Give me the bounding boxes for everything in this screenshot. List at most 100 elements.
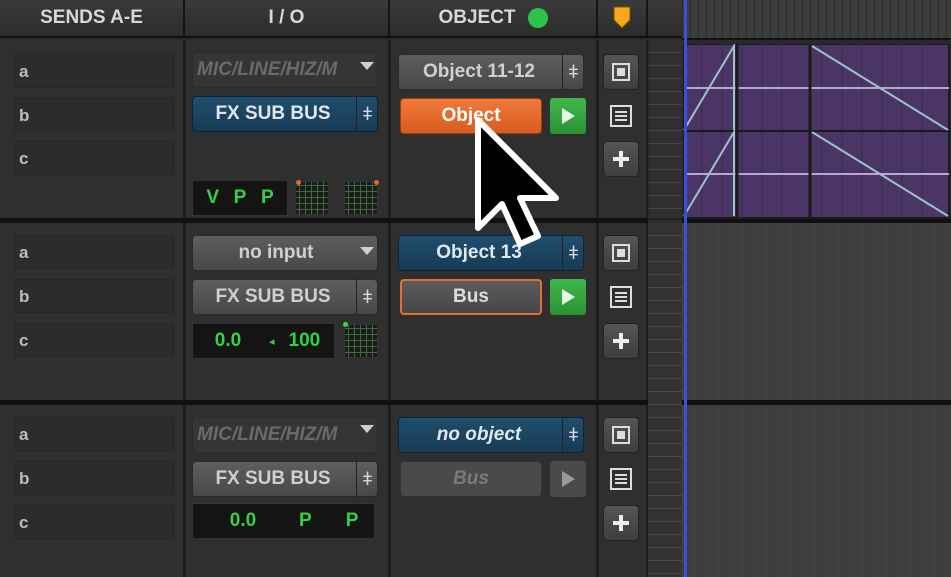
square-icon [612,63,630,81]
send-label: c [19,513,29,532]
input-selector[interactable]: MIC/LINE/HIZ/M [192,52,378,88]
track-row-2: a b c no input FX SUB BUS ǂ 0.0 ◂ 100 Ob… [0,223,682,405]
input-selector[interactable]: MIC/LINE/HIZ/M [192,417,378,453]
send-b-slot[interactable]: b [14,461,174,495]
send-label: a [19,62,29,81]
send-b-slot[interactable]: b [14,98,174,132]
plus-icon [613,333,629,349]
track-meter: V P P [192,180,288,216]
plus-icon [613,151,629,167]
volume-value: 0.0 [214,330,242,351]
input-selector[interactable]: no input [192,235,378,271]
grid-icon[interactable] [295,181,329,215]
square-button[interactable] [603,54,639,90]
list-button[interactable] [603,461,639,497]
object-label: Object 11-12 [423,61,535,82]
chevron-down-icon [360,62,374,70]
list-button[interactable] [603,98,639,134]
bus-mode-button[interactable]: Bus [400,279,542,315]
object-label: no object [436,424,522,445]
square-button[interactable] [603,235,639,271]
add-button[interactable] [603,505,639,541]
play-button[interactable] [550,461,586,497]
indicator-dot [296,180,301,185]
indicator-dot [374,180,379,185]
list-icon [610,468,632,490]
send-label: a [19,425,29,444]
pan-value: 100 [288,330,321,351]
send-label: b [19,469,30,488]
playhead-line[interactable] [684,0,687,577]
pin-icon[interactable]: ǂ [562,235,584,271]
timeline-lane-2[interactable] [682,223,951,405]
play-icon [562,289,575,305]
volume-pan-display[interactable]: 0.0 ◂ 100 [192,323,335,359]
volume-display[interactable]: 0.0 P P [192,503,375,539]
square-icon [612,244,630,262]
send-c-slot[interactable]: c [14,323,174,357]
track-row-1: a b c MIC/LINE/HIZ/M FX SUB BUS ǂ V P P … [0,40,682,223]
play-icon [562,471,575,487]
lane-ruler [648,223,682,577]
send-a-slot[interactable]: a [14,417,174,451]
pin-icon[interactable]: ǂ [562,417,584,453]
list-icon [610,105,632,127]
add-button[interactable] [603,323,639,359]
meter-letter: P [299,510,312,531]
input-label: MIC/LINE/HIZ/M [197,59,338,80]
timeline-lane-3[interactable] [682,405,951,577]
indicator-dot [343,322,348,327]
send-label: b [19,106,30,125]
header-spacer [648,0,682,38]
list-icon [610,286,632,308]
output-selector[interactable]: FX SUB BUS [192,279,378,315]
pin-icon[interactable]: ǂ [356,461,378,497]
marker-header[interactable] [598,0,648,38]
pin-icon[interactable]: ǂ [356,279,378,315]
pin-icon[interactable]: ǂ [356,96,378,132]
pin-icon[interactable]: ǂ [562,54,584,90]
mode-label: Bus [453,286,489,307]
send-label: b [19,287,30,306]
grid-icon[interactable] [344,324,378,358]
volume-value: 0.0 [229,510,257,531]
output-selector[interactable]: FX SUB BUS [192,461,378,497]
plus-icon [613,515,629,531]
object-selector[interactable]: no object [398,417,584,453]
input-label: no input [238,242,314,263]
lane-ruler [648,40,682,223]
square-icon [612,426,630,444]
send-a-slot[interactable]: a [14,235,174,269]
pan-arrow-icon: ◂ [269,335,275,348]
send-a-slot[interactable]: a [14,54,174,88]
sends-header-label: SENDS A-E [40,7,143,28]
bus-mode-button[interactable]: Bus [400,461,542,497]
send-label: a [19,243,29,262]
play-button[interactable] [550,279,586,315]
send-label: c [19,331,29,350]
mode-label: Bus [453,468,489,489]
add-button[interactable] [603,141,639,177]
object-selector[interactable]: Object 11-12 [398,54,584,90]
output-label: FX SUB BUS [215,468,331,489]
object-header-label: OBJECT [438,7,516,28]
timeline-lane-1[interactable] [648,40,951,223]
send-label: c [19,149,29,168]
list-button[interactable] [603,279,639,315]
send-c-slot[interactable]: c [14,141,174,175]
mouse-cursor-icon [475,117,559,247]
chevron-down-icon [360,247,374,255]
output-label: FX SUB BUS [215,286,331,307]
output-selector[interactable]: FX SUB BUS [192,96,378,132]
grid-icon[interactable] [344,181,378,215]
meter-letter: P [233,187,247,208]
square-button[interactable] [603,417,639,453]
send-c-slot[interactable]: c [14,505,174,539]
meter-letter: P [260,187,274,208]
audio-clip[interactable] [682,44,951,220]
sends-header: SENDS A-E [0,0,185,38]
timeline-ruler[interactable] [682,0,951,40]
output-label: FX SUB BUS [215,103,331,124]
send-b-slot[interactable]: b [14,279,174,313]
io-header-label: I / O [268,7,305,28]
